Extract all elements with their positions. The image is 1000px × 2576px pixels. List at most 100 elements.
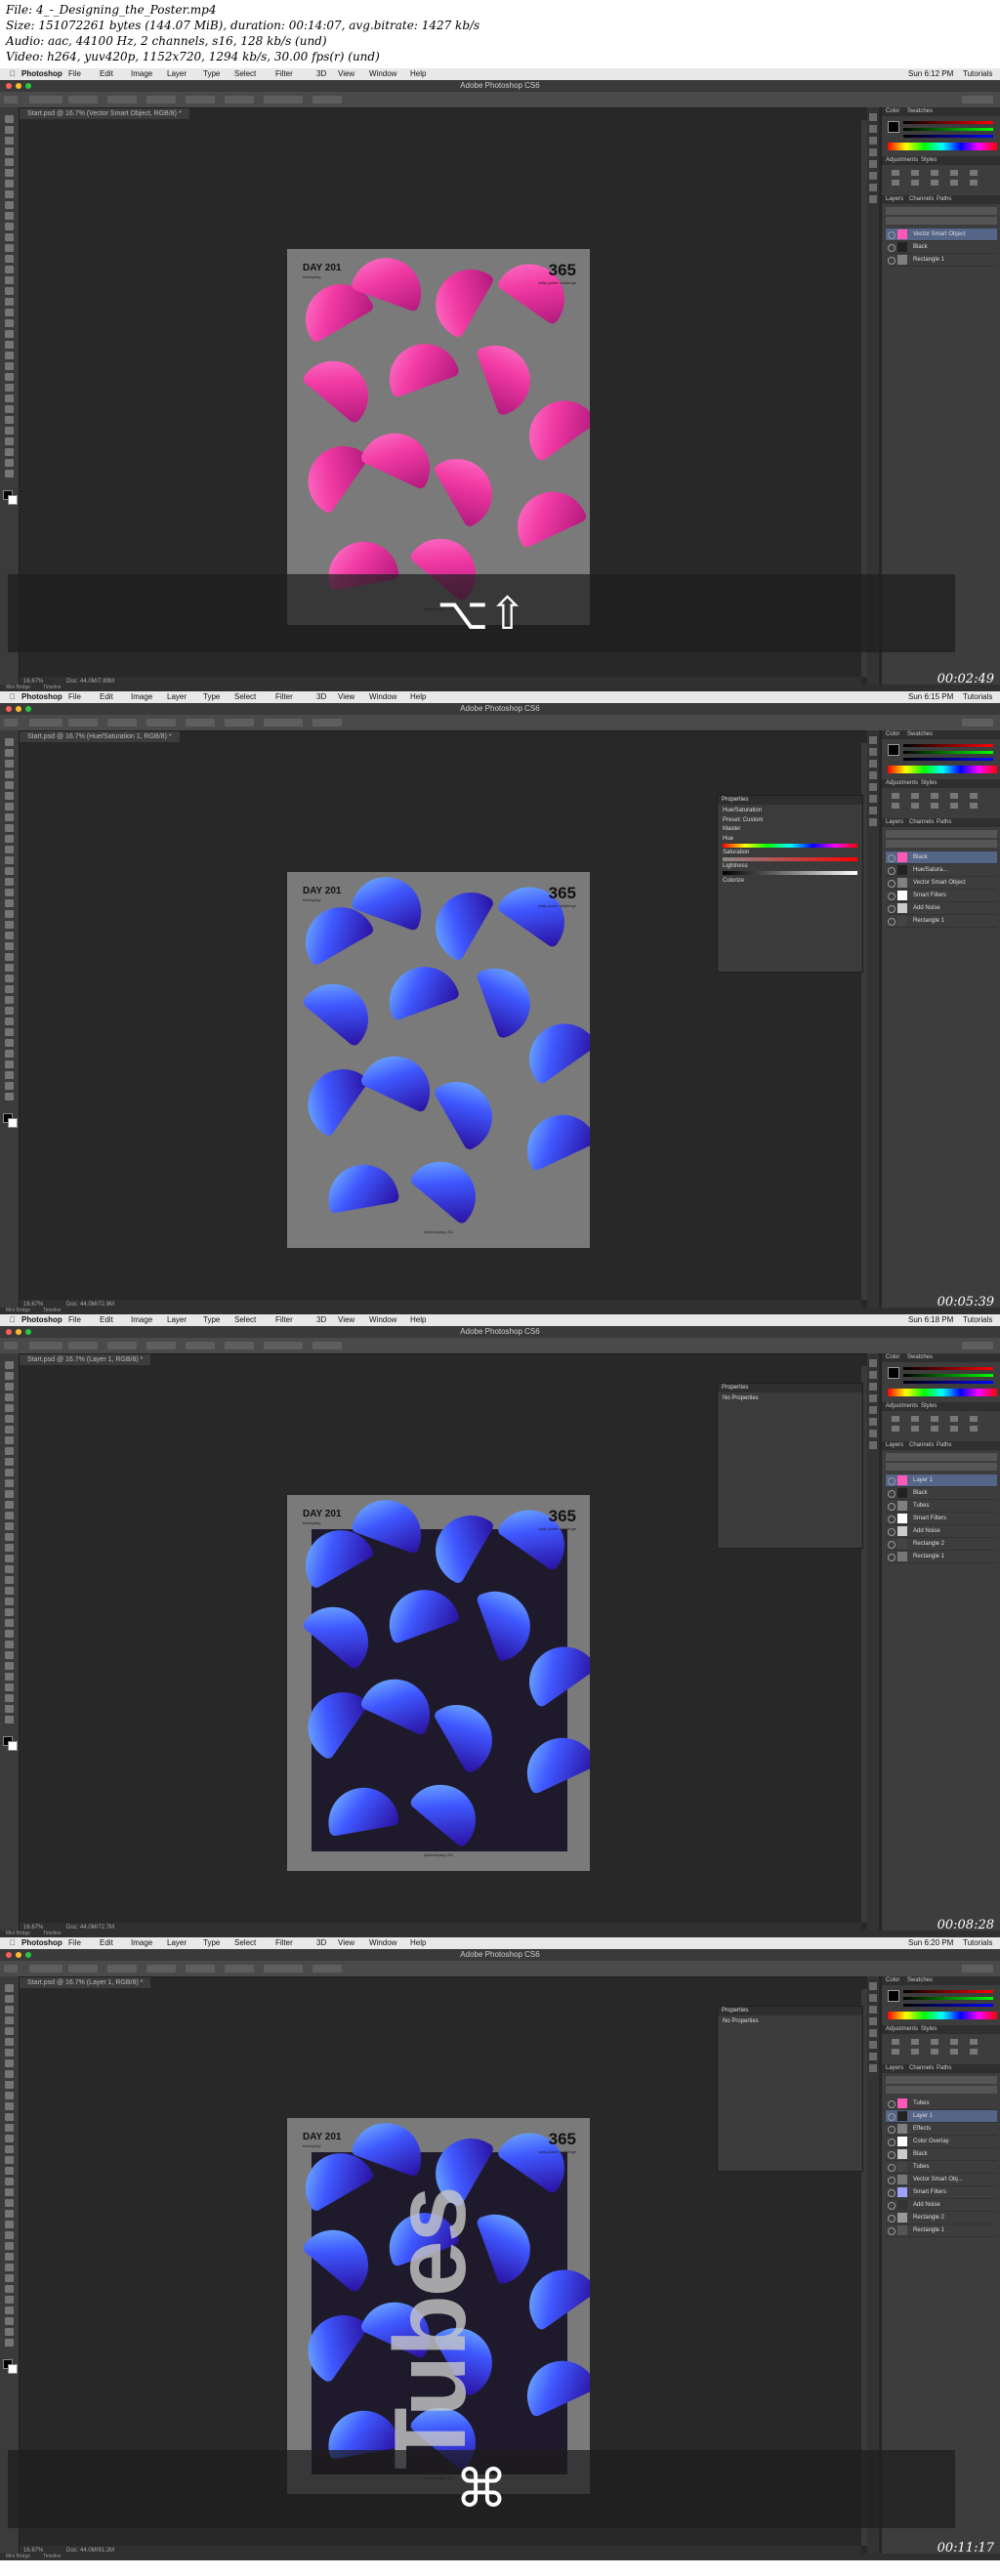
menu-item[interactable]: Window (369, 1314, 396, 1326)
option-control[interactable] (264, 96, 303, 104)
adjustment-icon[interactable] (911, 170, 919, 176)
tool-icon[interactable] (5, 1361, 14, 1369)
adjustment-icon[interactable] (970, 180, 978, 186)
dock-icon[interactable] (869, 148, 877, 156)
tool-icon[interactable] (5, 1393, 14, 1401)
close-window-icon[interactable] (6, 1329, 12, 1335)
tool-icon[interactable] (5, 1651, 14, 1659)
tool-icon[interactable] (5, 1608, 14, 1616)
tool-icon[interactable] (5, 1018, 14, 1025)
colorize-checkbox[interactable]: Colorize (723, 878, 857, 884)
document-tab[interactable]: Start.psd @ 16.7% (Layer 1, RGB/8) * (20, 1977, 151, 1988)
option-control[interactable] (107, 719, 137, 727)
tool-icon[interactable] (5, 2059, 14, 2067)
tool-icon[interactable] (5, 137, 14, 145)
blue-slider[interactable] (903, 135, 993, 138)
menu-item[interactable]: Select (234, 1314, 256, 1326)
layer-row[interactable]: Black (886, 852, 997, 864)
tool-icon[interactable] (5, 867, 14, 875)
adjustment-icon[interactable] (970, 170, 978, 176)
tool-icon[interactable] (5, 1630, 14, 1638)
tool-icon[interactable] (5, 2167, 14, 2175)
menu-item[interactable]: Filter (275, 691, 293, 703)
layer-row[interactable]: Black (886, 1487, 997, 1500)
eye-icon[interactable] (888, 880, 896, 888)
tool-icon[interactable] (5, 792, 14, 800)
dock-icon[interactable] (869, 1394, 877, 1402)
tool-icon[interactable] (5, 2102, 14, 2110)
dock-icon[interactable] (869, 795, 877, 803)
tool-icon[interactable] (5, 373, 14, 381)
adjustment-icon[interactable] (970, 1416, 978, 1422)
dock-icon[interactable] (869, 771, 877, 779)
layer-row[interactable]: Add Noise (886, 902, 997, 915)
tool-icon[interactable] (5, 1426, 14, 1433)
menu-item[interactable]: Image (131, 68, 152, 80)
layers-panel-tabs[interactable]: Layers Channels Paths (882, 195, 1000, 204)
blend-mode-select[interactable] (886, 207, 997, 215)
minimize-window-icon[interactable] (16, 1952, 21, 1958)
eye-icon[interactable] (888, 231, 896, 239)
option-control[interactable] (4, 1342, 18, 1350)
menu-item[interactable]: Help (410, 1314, 426, 1326)
eye-icon[interactable] (888, 2227, 896, 2235)
tool-icon[interactable] (5, 1533, 14, 1541)
tool-icon[interactable] (5, 2145, 14, 2153)
layer-row[interactable]: Vector Smart Obj... (886, 2174, 997, 2186)
lock-row[interactable] (886, 2086, 997, 2094)
tool-icon[interactable] (5, 1984, 14, 1992)
eye-icon[interactable] (888, 257, 896, 265)
tool-icon[interactable] (5, 2253, 14, 2261)
menu-item[interactable]: Type (203, 68, 220, 80)
lock-row[interactable] (886, 1463, 997, 1471)
eye-icon[interactable] (888, 2202, 896, 2210)
adjustment-icon[interactable] (970, 1426, 978, 1432)
layer-row[interactable]: Vector Smart Object (886, 229, 997, 241)
adjustment-icon[interactable] (892, 793, 899, 799)
color-fg-swatch[interactable] (888, 1367, 899, 1379)
tool-icon[interactable] (5, 1576, 14, 1584)
tool-icon[interactable] (5, 996, 14, 1004)
dock-icon[interactable] (869, 184, 877, 191)
layer-row[interactable]: Black (886, 241, 997, 254)
menu-item[interactable]: File (68, 691, 81, 703)
timeline-tab[interactable]: Timeline (43, 2554, 62, 2560)
eye-icon[interactable] (888, 2100, 896, 2108)
tool-icon[interactable] (5, 2264, 14, 2271)
menu-item[interactable]: Image (131, 1937, 152, 1949)
tool-icon[interactable] (5, 330, 14, 338)
color-spectrum[interactable] (888, 143, 997, 150)
tool-icon[interactable] (5, 964, 14, 972)
adjustment-icon[interactable] (950, 793, 958, 799)
tool-icon[interactable] (5, 244, 14, 252)
menu-item[interactable]: Layer (167, 691, 187, 703)
color-panel-tabs[interactable]: Color Swatches (882, 1353, 1000, 1362)
apple-icon[interactable]:  (10, 68, 16, 80)
tool-icon[interactable] (5, 2328, 14, 2336)
apple-icon[interactable]:  (10, 691, 16, 703)
option-control[interactable] (312, 1342, 342, 1350)
menu-item[interactable]: Filter (275, 1314, 293, 1326)
tool-icon[interactable] (5, 1082, 14, 1090)
adjustments-panel-tabs[interactable]: Adjustments Styles (882, 156, 1000, 165)
dock-icon[interactable] (869, 2017, 877, 2025)
blend-mode-select[interactable] (886, 830, 997, 838)
option-control[interactable] (107, 1965, 137, 1973)
tool-icon[interactable] (5, 2049, 14, 2057)
layer-row[interactable]: Rectangle 1 (886, 915, 997, 928)
red-slider[interactable] (903, 1367, 993, 1370)
menu-item[interactable]: Select (234, 68, 256, 80)
option-control[interactable] (312, 719, 342, 727)
adjustment-icon[interactable] (911, 180, 919, 186)
timeline-tab[interactable]: Timeline (43, 1931, 62, 1937)
tool-icon[interactable] (5, 2296, 14, 2304)
color-panel-tabs[interactable]: Color Swatches (882, 107, 1000, 116)
menu-item[interactable]: Window (369, 68, 396, 80)
tool-icon[interactable] (5, 2285, 14, 2293)
tool-icon[interactable] (5, 2135, 14, 2142)
tool-icon[interactable] (5, 115, 14, 123)
workspace-switcher[interactable] (962, 96, 993, 104)
adjustment-icon[interactable] (892, 803, 899, 809)
menu-item[interactable]: Edit (100, 1937, 113, 1949)
tool-icon[interactable] (5, 1404, 14, 1412)
